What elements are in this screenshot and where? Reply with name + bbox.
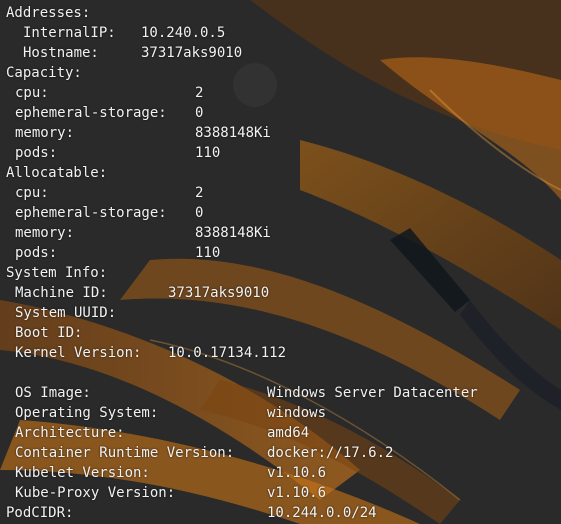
field-key: Container Runtime Version: [15,445,235,461]
system-info-row: OS Image: Windows Server Datacenter [0,383,561,403]
field-key: pods: [15,145,58,161]
field-value: 0 [195,105,204,121]
system-info-row: Kube-Proxy Version: v1.10.6 [0,483,561,503]
field-key: Kube-Proxy Version: [15,485,176,501]
field-key: cpu: [15,85,49,101]
field-value: 8388148Ki [195,225,271,241]
field-value: 37317aks9010 [141,45,243,61]
field-key: ephemeral-storage: [15,105,167,121]
field-key: Kernel Version: [15,345,142,361]
system-info-row: Architecture: amd64 [0,423,561,443]
field-key: Operating System: [15,405,159,421]
field-value: 0 [195,205,204,221]
section-addresses: Addresses: [6,5,91,21]
field-key: memory: [15,125,75,141]
system-info-row: Boot ID: [0,323,561,343]
field-key: Architecture: [15,425,125,441]
system-info-row: Operating System: windows [0,403,561,423]
field-value: 2 [195,85,204,101]
capacity-row: pods: 110 [0,143,561,163]
field-value: v1.10.6 [267,485,327,501]
address-row: Hostname: 37317aks9010 [0,43,561,63]
field-value: 10.244.0.0/24 [267,505,377,521]
field-value: 2 [195,185,204,201]
field-value: windows [267,405,327,421]
section-system-info: System Info: [6,265,108,281]
terminal-output: Addresses: InternalIP: 10.240.0.5 Hostname:… [0,0,561,524]
system-info-row: Machine ID: 37317aks9010 [0,283,561,303]
field-key: memory: [15,225,75,241]
field-key: InternalIP: [23,25,116,41]
field-key: PodCIDR: [6,505,74,521]
field-value: 10.240.0.5 [141,25,226,41]
field-key: OS Image: [15,385,91,401]
system-info-row: Kubelet Version: v1.10.6 [0,463,561,483]
field-key: Hostname: [23,45,99,61]
capacity-row: cpu: 2 [0,83,561,103]
section-capacity: Capacity: [6,65,82,81]
field-value: Windows Server Datacenter [267,385,478,401]
system-info-row: Container Runtime Version: docker://17.6.… [0,443,561,463]
field-value: 10.0.17134.112 [168,345,287,361]
allocatable-row: pods: 110 [0,243,561,263]
field-key: Kubelet Version: [15,465,150,481]
allocatable-row: memory: 8388148Ki [0,223,561,243]
field-key: System UUID: [15,305,117,321]
capacity-row: memory: 8388148Ki [0,123,561,143]
field-key: pods: [15,245,58,261]
capacity-row: ephemeral-storage: 0 [0,103,561,123]
field-value: 37317aks9010 [168,285,270,301]
field-value: 110 [195,145,221,161]
field-value: amd64 [267,425,310,441]
field-key: cpu: [15,185,49,201]
address-row: InternalIP: 10.240.0.5 [0,23,561,43]
field-value: docker://17.6.2 [267,445,394,461]
field-value: v1.10.6 [267,465,327,481]
field-key: Machine ID: [15,285,108,301]
field-key: Boot ID: [15,325,83,341]
system-info-row: Kernel Version: 10.0.17134.112 [0,343,561,363]
podcidr-row: PodCIDR: 10.244.0.0/24 [0,503,561,523]
section-allocatable: Allocatable: [6,165,108,181]
system-info-row: System UUID: [0,303,561,323]
allocatable-row: ephemeral-storage: 0 [0,203,561,223]
field-value: 110 [195,245,221,261]
allocatable-row: cpu: 2 [0,183,561,203]
field-value: 8388148Ki [195,125,271,141]
field-key: ephemeral-storage: [15,205,167,221]
